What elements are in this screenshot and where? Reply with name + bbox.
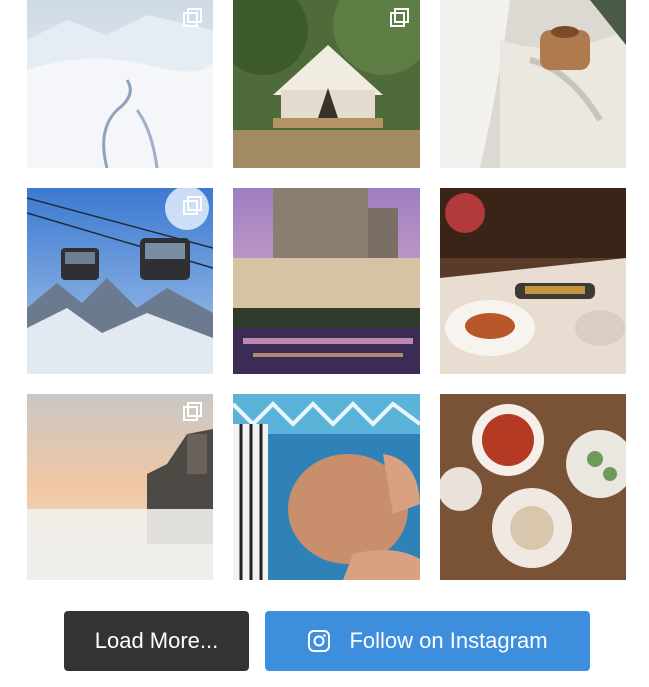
load-more-label: Load More... bbox=[94, 628, 219, 653]
feed-photo-food-table[interactable] bbox=[440, 394, 626, 580]
feed-photo-cable-car[interactable] bbox=[27, 188, 213, 374]
follow-label: Follow on Instagram bbox=[349, 628, 548, 653]
feed-photo-hotel-night[interactable] bbox=[233, 188, 420, 374]
multiple-photos-icon bbox=[183, 196, 202, 215]
multiple-photos-icon bbox=[183, 402, 202, 421]
hotel-night-photo bbox=[233, 188, 420, 374]
feed-photo-bathrobe-coffee[interactable] bbox=[440, 0, 626, 168]
restaurant-dinner-photo bbox=[440, 188, 626, 374]
feed-photo-sunset-cliff[interactable] bbox=[27, 394, 213, 580]
feed-photo-spa-face-massage[interactable] bbox=[233, 394, 420, 580]
follow-on-instagram-button[interactable]: Follow on Instagram bbox=[265, 611, 590, 671]
bathrobe-coffee-photo bbox=[440, 0, 626, 168]
spa-face-massage-photo bbox=[233, 394, 420, 580]
multiple-photos-icon bbox=[390, 8, 409, 27]
instagram-icon bbox=[308, 630, 331, 652]
multiple-photos-icon bbox=[183, 8, 202, 27]
feed-photo-restaurant-dinner[interactable] bbox=[440, 188, 626, 374]
food-table-overhead-photo bbox=[440, 394, 626, 580]
feed-photo-snowy-mountain[interactable] bbox=[27, 0, 213, 168]
feed-photo-glamping-tent[interactable] bbox=[233, 0, 420, 168]
load-more-button[interactable]: Load More... bbox=[64, 611, 249, 671]
instagram-feed-grid bbox=[0, 0, 649, 600]
